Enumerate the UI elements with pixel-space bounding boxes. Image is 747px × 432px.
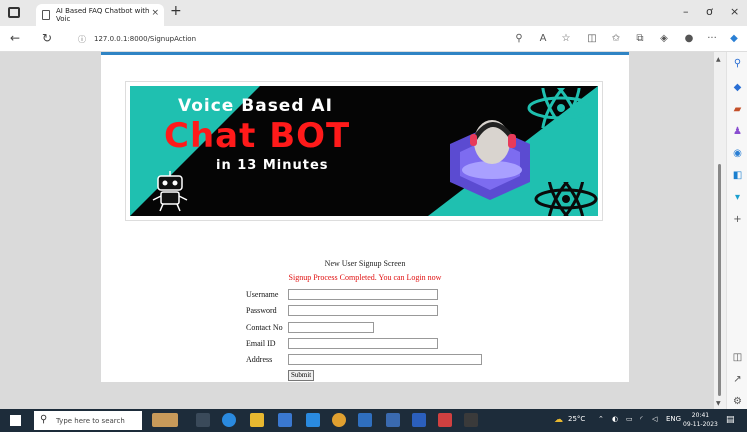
browser-tab[interactable]: AI Based FAQ Chatbot with Voic × bbox=[36, 4, 164, 26]
page-scrollbar[interactable]: ▲ ▼ bbox=[714, 52, 726, 409]
username-label: Username bbox=[246, 290, 279, 299]
people-icon[interactable]: ♟ bbox=[731, 126, 744, 137]
window-menu-icon[interactable] bbox=[8, 7, 20, 18]
edge-sidebar: ⚲ ◆ ▰ ♟ ◉ ◧ ▾ + ◫ ↗ ⚙ bbox=[726, 52, 747, 409]
info-icon: ⓘ bbox=[78, 34, 86, 44]
email-input[interactable] bbox=[288, 338, 438, 349]
contact-label: Contact No bbox=[246, 323, 283, 332]
scroll-thumb[interactable] bbox=[718, 164, 721, 396]
task-view-icon[interactable] bbox=[196, 413, 210, 427]
taskbar-search-placeholder: Type here to search bbox=[56, 416, 125, 425]
tray-expand-icon[interactable]: ⌃ bbox=[598, 415, 604, 423]
favorite-star-icon[interactable]: ☆ bbox=[560, 33, 572, 45]
banner-frame: Voice Based AI Chat BOT in 13 Minutes bbox=[125, 81, 603, 221]
form-title: New User Signup Screen bbox=[324, 259, 406, 268]
tab-title: AI Based FAQ Chatbot with Voic bbox=[56, 7, 150, 23]
address-label: Address bbox=[246, 355, 273, 364]
banner-line-3: in 13 Minutes bbox=[216, 158, 329, 173]
extension-icon[interactable]: ◈ bbox=[658, 33, 670, 45]
outlook-icon[interactable]: ◧ bbox=[731, 170, 744, 181]
settings-gear-icon[interactable]: ⚙ bbox=[731, 396, 744, 407]
app-icon-1[interactable] bbox=[358, 413, 372, 427]
battery-icon[interactable]: ▭ bbox=[626, 415, 633, 423]
app-icon-3[interactable] bbox=[438, 413, 452, 427]
edge-taskbar-icon[interactable] bbox=[222, 413, 236, 427]
drop-icon[interactable]: ▾ bbox=[731, 192, 744, 203]
password-input[interactable] bbox=[288, 305, 438, 316]
submit-button[interactable]: Submit bbox=[288, 370, 315, 381]
file-explorer-icon[interactable] bbox=[250, 413, 264, 427]
clock-date: 09-11-2023 bbox=[683, 421, 718, 428]
language-indicator[interactable]: ENG bbox=[666, 415, 681, 423]
page-viewport: Voice Based AI Chat BOT in 13 Minutes Ne… bbox=[0, 52, 714, 409]
favorites-icon[interactable]: ✩ bbox=[610, 33, 622, 45]
windows-start-icon[interactable] bbox=[10, 415, 21, 426]
banner-image: Voice Based AI Chat BOT in 13 Minutes bbox=[130, 86, 598, 216]
weather-icon[interactable]: ☁ bbox=[554, 415, 563, 425]
mail-icon[interactable] bbox=[306, 413, 320, 427]
windows-taskbar: ⚲ Type here to search ☁ 25°C ⌃ ◐ ▭ ◜ ◁ E… bbox=[0, 409, 747, 432]
clock[interactable]: 20:41 09-11-2023 bbox=[683, 411, 718, 429]
scroll-down-icon[interactable]: ▼ bbox=[716, 400, 721, 407]
password-label: Password bbox=[246, 306, 277, 315]
network-icon[interactable]: ◐ bbox=[612, 415, 618, 423]
wifi-icon[interactable]: ◜ bbox=[640, 415, 643, 423]
username-input[interactable] bbox=[288, 289, 438, 300]
tab-bar: AI Based FAQ Chatbot with Voic × + – ơ × bbox=[0, 0, 747, 26]
contact-input[interactable] bbox=[288, 322, 374, 333]
more-options-icon[interactable]: ··· bbox=[706, 33, 718, 45]
tab-close-icon[interactable]: × bbox=[151, 8, 159, 18]
read-aloud-icon[interactable]: A bbox=[537, 33, 549, 45]
key-icon[interactable]: ⚲ bbox=[513, 33, 525, 45]
page-content: Voice Based AI Chat BOT in 13 Minutes Ne… bbox=[101, 52, 629, 382]
copilot-icon[interactable]: ◆ bbox=[728, 33, 740, 45]
address-bar: ← ↻ ⓘ 127.0.0.1:8000/SignupAction ⚲ A ☆ … bbox=[0, 26, 747, 52]
new-tab-button[interactable]: + bbox=[170, 3, 182, 19]
sidebar-layout-icon[interactable]: ◫ bbox=[731, 352, 744, 363]
collections-icon[interactable]: ⧉ bbox=[634, 33, 646, 45]
back-icon[interactable]: ← bbox=[10, 31, 20, 45]
shopping-icon[interactable]: ▰ bbox=[731, 104, 744, 115]
terminal-icon[interactable] bbox=[464, 413, 478, 427]
close-window-button[interactable]: × bbox=[730, 5, 739, 18]
address-input[interactable] bbox=[288, 354, 482, 365]
taskbar-search-box[interactable]: ⚲ Type here to search bbox=[34, 411, 142, 430]
banner-line-1: Voice Based AI bbox=[178, 96, 333, 116]
store-icon[interactable] bbox=[278, 413, 292, 427]
search-magnifier-icon: ⚲ bbox=[40, 414, 48, 425]
url-text: 127.0.0.1:8000/SignupAction bbox=[94, 35, 196, 43]
notification-icon[interactable]: ▤ bbox=[726, 415, 735, 425]
clock-time: 20:41 bbox=[691, 412, 710, 419]
search-icon[interactable]: ⚲ bbox=[731, 58, 744, 69]
url-field[interactable]: ⓘ 127.0.0.1:8000/SignupAction bbox=[68, 30, 508, 48]
app-icon-2[interactable] bbox=[386, 413, 400, 427]
signup-success-message: Signup Process Completed. You can Login … bbox=[288, 273, 442, 282]
chrome-icon[interactable] bbox=[332, 413, 346, 427]
email-label: Email ID bbox=[246, 339, 276, 348]
temperature-text: 25°C bbox=[568, 415, 586, 423]
robot-icon bbox=[152, 171, 188, 212]
profile-icon[interactable]: ● bbox=[683, 33, 695, 45]
page-icon bbox=[42, 10, 50, 20]
maximize-button[interactable]: ơ bbox=[706, 5, 713, 18]
split-screen-icon[interactable]: ◫ bbox=[586, 33, 598, 45]
office-icon[interactable]: ◉ bbox=[731, 148, 744, 159]
news-widget-icon[interactable] bbox=[152, 413, 178, 427]
word-icon[interactable] bbox=[412, 413, 426, 427]
add-icon[interactable]: + bbox=[731, 214, 744, 225]
headset-person-illustration bbox=[450, 120, 530, 200]
external-link-icon[interactable]: ↗ bbox=[731, 374, 744, 385]
banner-line-2: Chat BOT bbox=[164, 116, 351, 156]
tag-icon[interactable]: ◆ bbox=[731, 82, 744, 93]
volume-icon[interactable]: ◁ bbox=[652, 415, 657, 423]
refresh-icon[interactable]: ↻ bbox=[42, 31, 52, 45]
scroll-up-icon[interactable]: ▲ bbox=[716, 56, 721, 63]
minimize-button[interactable]: – bbox=[683, 5, 689, 18]
